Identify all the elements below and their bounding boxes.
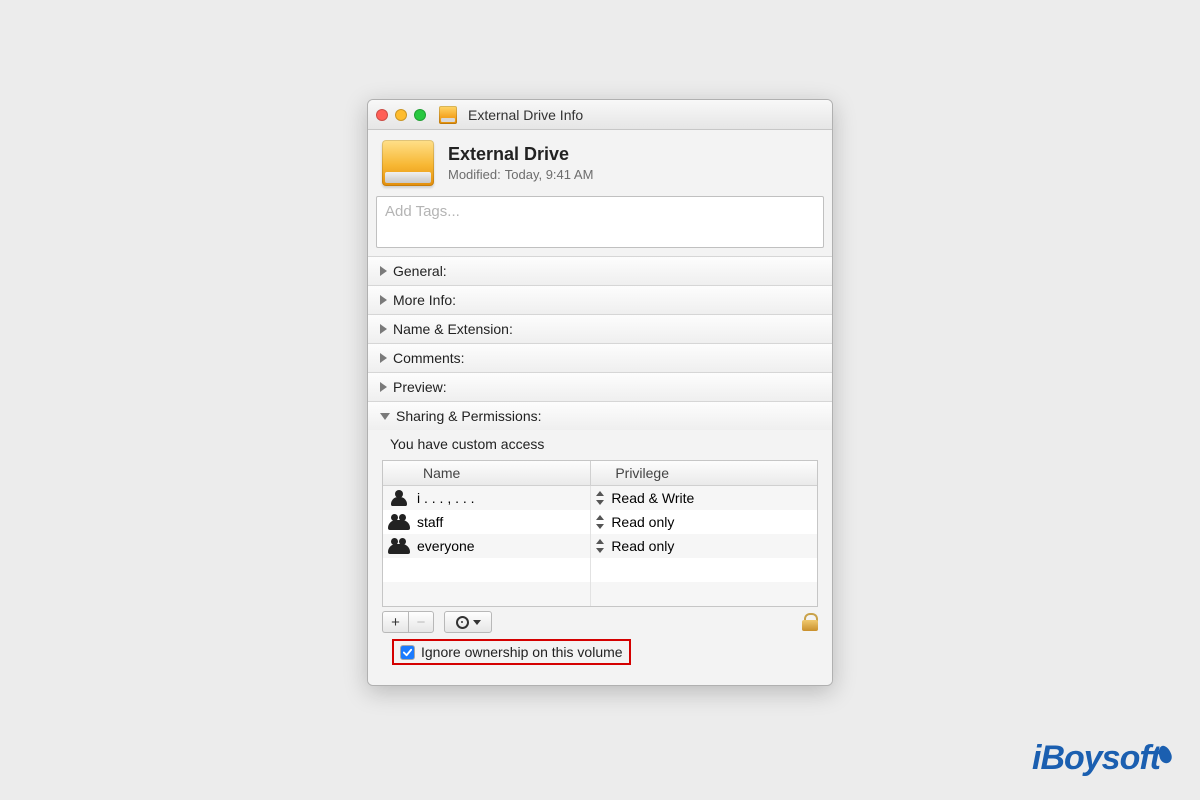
column-privilege[interactable]: Privilege	[591, 461, 817, 485]
privilege-value[interactable]: Read only	[611, 538, 674, 554]
user-name: i . . . , . . .	[417, 490, 475, 506]
zoom-button[interactable]	[414, 109, 426, 121]
table-row[interactable]: staff Read only	[383, 510, 817, 534]
item-name: External Drive	[448, 144, 593, 165]
table-row-empty	[383, 558, 817, 582]
window-title: External Drive Info	[468, 107, 583, 123]
ignore-ownership-label: Ignore ownership on this volume	[421, 644, 623, 660]
table-row[interactable]: i . . . , . . . Read & Write	[383, 486, 817, 510]
privilege-value[interactable]: Read & Write	[611, 490, 694, 506]
window-controls	[376, 109, 426, 121]
section-label: Name & Extension:	[393, 321, 513, 337]
privilege-value[interactable]: Read only	[611, 514, 674, 530]
section-more-info[interactable]: More Info:	[368, 285, 832, 314]
watermark-logo: iBoysoft	[1032, 739, 1172, 778]
section-label: Sharing & Permissions:	[396, 408, 542, 424]
group-icon	[389, 514, 409, 530]
stepper-icon[interactable]	[595, 491, 605, 505]
table-body: i . . . , . . . Read & Write staff Read …	[383, 486, 817, 606]
permissions-table: Name Privilege i . . . , . . . Read & Wr…	[382, 460, 818, 607]
lock-icon[interactable]	[802, 613, 818, 631]
ignore-ownership-checkbox[interactable]	[400, 645, 415, 660]
section-sharing-permissions[interactable]: Sharing & Permissions:	[368, 401, 832, 430]
ignore-ownership-row[interactable]: Ignore ownership on this volume	[392, 639, 631, 665]
remove-user-button[interactable]: −	[408, 611, 434, 633]
user-icon	[389, 490, 409, 506]
permissions-note: You have custom access	[390, 436, 810, 452]
info-window: External Drive Info External Drive Modif…	[367, 99, 833, 686]
disclosure-icon	[380, 266, 387, 276]
table-row-empty	[383, 582, 817, 606]
table-row[interactable]: everyone Read only	[383, 534, 817, 558]
section-label: More Info:	[393, 292, 456, 308]
section-name-extension[interactable]: Name & Extension:	[368, 314, 832, 343]
disclosure-icon	[380, 413, 390, 420]
group-icon	[389, 538, 409, 554]
action-menu-button[interactable]	[444, 611, 492, 633]
disclosure-icon	[380, 382, 387, 392]
user-name: staff	[417, 514, 443, 530]
disclosure-icon	[380, 353, 387, 363]
stepper-icon[interactable]	[595, 515, 605, 529]
minimize-button[interactable]	[395, 109, 407, 121]
chevron-down-icon	[473, 620, 481, 625]
check-icon	[402, 647, 413, 658]
drive-icon	[382, 140, 434, 186]
close-button[interactable]	[376, 109, 388, 121]
user-name: everyone	[417, 538, 475, 554]
add-user-button[interactable]: +	[382, 611, 408, 633]
stepper-icon[interactable]	[595, 539, 605, 553]
disclosure-icon	[380, 324, 387, 334]
section-comments[interactable]: Comments:	[368, 343, 832, 372]
item-header: External Drive Modified:Today, 9:41 AM	[368, 130, 832, 194]
section-preview[interactable]: Preview:	[368, 372, 832, 401]
item-modified: Modified:Today, 9:41 AM	[448, 167, 593, 182]
drive-icon	[439, 106, 457, 124]
section-label: General:	[393, 263, 447, 279]
gear-icon	[456, 616, 469, 629]
table-header: Name Privilege	[383, 461, 817, 486]
section-label: Comments:	[393, 350, 465, 366]
disclosure-icon	[380, 295, 387, 305]
section-label: Preview:	[393, 379, 447, 395]
titlebar: External Drive Info	[368, 100, 832, 130]
column-name[interactable]: Name	[383, 461, 591, 485]
permissions-toolbar: + −	[382, 611, 818, 633]
section-general[interactable]: General:	[368, 256, 832, 285]
permissions-panel: You have custom access Name Privilege i …	[368, 430, 832, 685]
tags-input[interactable]: Add Tags...	[376, 196, 824, 248]
